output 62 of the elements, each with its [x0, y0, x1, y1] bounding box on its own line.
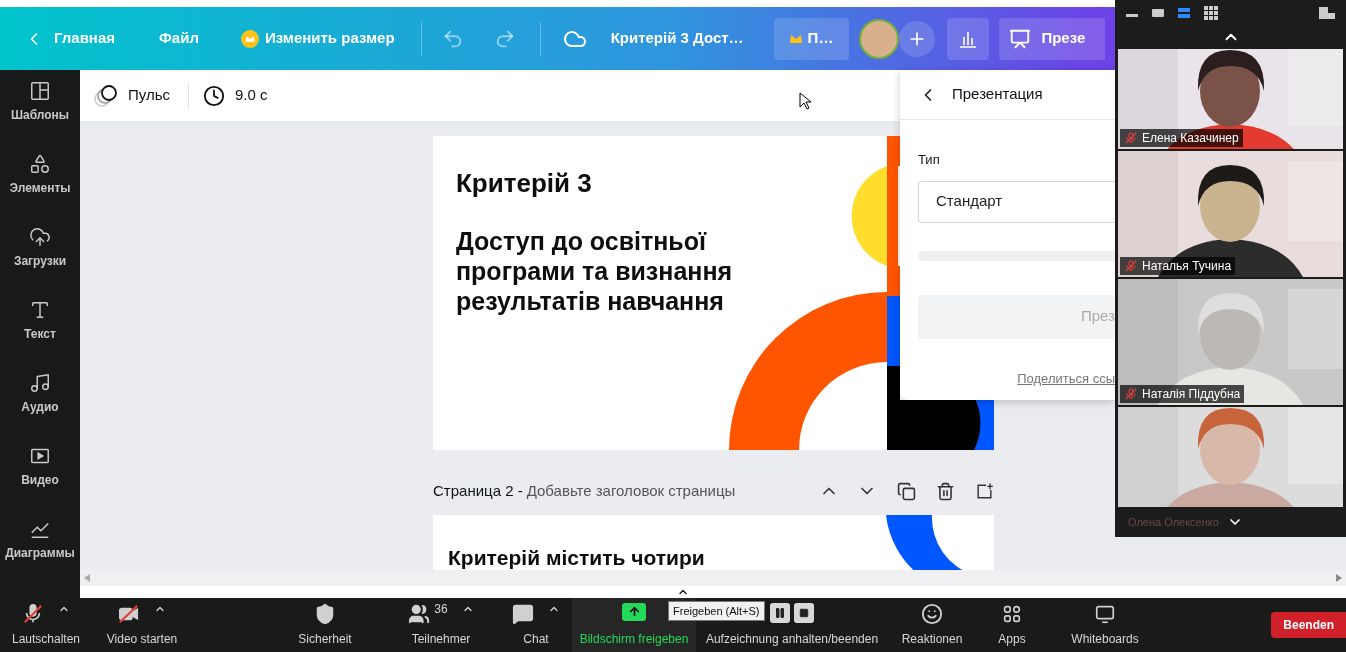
sidebar-item[interactable]: Загрузки	[0, 226, 80, 299]
cursor-icon	[798, 91, 811, 110]
slide-subheading: Доступ до освітньої програми та визнання результатів навчання	[456, 226, 734, 316]
field-label: Тип	[918, 151, 941, 169]
participant-name: Наталья Тучина	[1142, 258, 1232, 275]
shield-icon	[314, 602, 336, 625]
insights-button[interactable]	[947, 17, 990, 60]
layout-icon	[29, 80, 51, 102]
shapes-icon	[29, 153, 51, 175]
sidebar-item[interactable]: Аудио	[0, 372, 80, 445]
cloud-upload-icon	[29, 226, 51, 248]
toolbar-button[interactable]: Chat	[506, 598, 566, 652]
sidebar-item[interactable]: Элементы	[0, 153, 80, 226]
toolbar-button[interactable]: Whiteboards	[1065, 598, 1145, 652]
slide-text: Критерій містить чотири	[447, 544, 705, 570]
trash-icon[interactable]	[936, 481, 955, 501]
share-link[interactable]: Поделиться ссы	[1017, 368, 1115, 388]
users-icon	[408, 602, 431, 625]
smile-icon	[921, 602, 943, 625]
toolbar-button[interactable]: Reaktionen	[895, 598, 969, 652]
page-label: Страница 2 -	[433, 481, 523, 501]
speaker-view-icon[interactable]	[1152, 8, 1164, 17]
toolbar-button[interactable]: Video starten	[100, 598, 184, 652]
clock-icon	[203, 84, 226, 107]
participant-name: Олена Олексенко	[1128, 514, 1219, 530]
duplicate-icon[interactable]	[897, 481, 916, 501]
share-screen-icon	[622, 602, 646, 621]
slide-heading: Критерій 3	[456, 168, 593, 198]
animation-button[interactable]: Пульс	[94, 83, 171, 108]
participant-count: 36	[434, 600, 448, 618]
animation-icon	[94, 83, 120, 108]
toolbar-button[interactable]: Sicherheit	[292, 598, 358, 652]
add-button[interactable]	[899, 20, 936, 57]
crown-icon	[240, 29, 259, 48]
text-icon	[29, 299, 51, 321]
add-page-icon[interactable]	[975, 481, 994, 501]
pause-stop-icon	[770, 602, 814, 623]
toolbar-button[interactable]: Lautschalten	[5, 598, 87, 652]
participant-name: Елена Казачинер	[1142, 130, 1239, 147]
sidebar-item[interactable]: Текст	[0, 299, 80, 372]
participant-name: Наталія Піддубна	[1142, 386, 1241, 403]
end-meeting-button[interactable]: Beenden	[1271, 612, 1346, 638]
tooltip: Freigeben (Alt+S)	[668, 601, 765, 621]
page-title-placeholder[interactable]: Добавьте заголовок страницы	[526, 480, 736, 503]
crown-icon	[789, 33, 802, 44]
music-icon	[29, 372, 51, 394]
type-select[interactable]: Стандарт	[918, 180, 1115, 223]
sidebar-item[interactable]: Диаграммы	[0, 518, 80, 591]
panel-title: Презентация	[952, 84, 1043, 105]
chat-icon	[512, 602, 534, 625]
presentation-icon	[1009, 27, 1032, 50]
sidebar-item[interactable]: Видео	[0, 445, 80, 518]
scroll-right-icon[interactable]	[1336, 574, 1342, 582]
duration-button[interactable]: 9.0 с	[203, 84, 268, 107]
grid-view-icon[interactable]	[1204, 5, 1218, 20]
strip-view-icon[interactable]	[1178, 7, 1190, 18]
present-button[interactable]: Презе	[999, 17, 1106, 60]
toolbar-button[interactable]: 36 Teilnehmer	[402, 598, 480, 652]
horizontal-scrollbar[interactable]	[80, 570, 1346, 586]
toolbar-button[interactable]: Apps	[992, 598, 1032, 652]
window-icon[interactable]	[1319, 6, 1335, 19]
sidebar-item[interactable]: Шаблоны	[0, 80, 80, 153]
